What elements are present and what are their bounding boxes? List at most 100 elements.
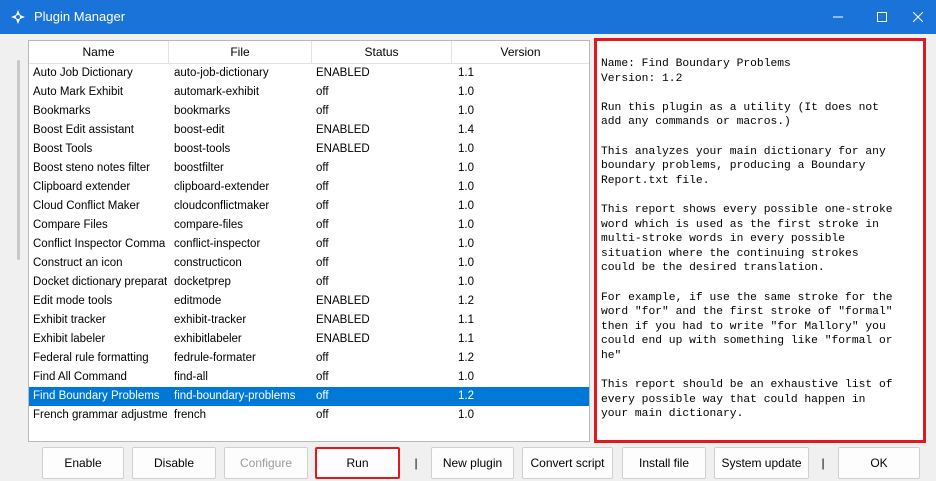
plugin-app-icon — [11, 10, 25, 24]
cell-name: Boost Tools — [33, 143, 93, 155]
ok-button[interactable]: OK — [838, 447, 920, 479]
column-header-file[interactable]: File — [169, 41, 312, 63]
cell-version: 1.0 — [458, 409, 474, 421]
cell-version: 1.0 — [458, 143, 474, 155]
cell-status: ENABLED — [316, 295, 370, 307]
cell-file: boostfilter — [174, 162, 224, 174]
cell-name: Boost steno notes filter — [33, 162, 150, 174]
cell-version: 1.0 — [458, 162, 474, 174]
cell-name: Find Boundary Problems — [33, 390, 160, 402]
cell-status: off — [316, 276, 329, 288]
cell-version: 1.0 — [458, 238, 474, 250]
table-row[interactable]: French grammar adjustmei french off 1.0 — [29, 406, 589, 425]
cell-file: bookmarks — [174, 105, 231, 117]
plugin-list[interactable]: Name File Status Version Auto Job Dictio… — [28, 40, 590, 442]
minimize-button[interactable] — [820, 0, 856, 34]
window-title: Plugin Manager — [34, 9, 126, 24]
system-update-button[interactable]: System update — [714, 447, 809, 479]
cell-file: boost-tools — [174, 143, 231, 155]
ok-button-label: OK — [870, 456, 888, 470]
cell-status: off — [316, 257, 329, 269]
list-scrollbar[interactable] — [17, 60, 20, 260]
table-row[interactable]: Find All Command find-all off 1.0 — [29, 368, 589, 387]
cell-file: boost-edit — [174, 124, 225, 136]
new-plugin-button-label: New plugin — [442, 456, 503, 470]
cell-version: 1.0 — [458, 200, 474, 212]
convert-script-button[interactable]: Convert script — [522, 447, 613, 479]
title-bar: Plugin Manager — [0, 0, 936, 34]
button-separator: | — [414, 456, 418, 470]
cell-version: 1.0 — [458, 219, 474, 231]
cell-version: 1.2 — [458, 390, 474, 402]
cell-status: off — [316, 162, 329, 174]
table-row[interactable]: Exhibit tracker exhibit-tracker ENABLED 1.1 — [29, 311, 589, 330]
cell-name: Edit mode tools — [33, 295, 113, 307]
cell-version: 1.4 — [458, 124, 474, 136]
table-row[interactable]: Docket dictionary preparati docketprep off… — [29, 273, 589, 292]
table-row[interactable]: Auto Job Dictionary auto-job-dictionary EN… — [29, 64, 589, 83]
table-row[interactable]: Boost Tools boost-tools ENABLED 1.0 — [29, 140, 589, 159]
table-row[interactable]: Exhibit labeler exhibitlabeler ENABLED 1.1 — [29, 330, 589, 349]
cell-file: french — [174, 409, 206, 421]
cell-file: clipboard-extender — [174, 181, 270, 193]
column-header-version[interactable]: Version — [452, 41, 589, 63]
cell-name: Auto Mark Exhibit — [33, 86, 124, 98]
maximize-button[interactable] — [864, 0, 900, 34]
enable-button[interactable]: Enable — [42, 447, 124, 479]
table-row[interactable]: Boost Edit assistant boost-edit ENABLED 1.4 — [29, 121, 589, 140]
cell-version: 1.2 — [458, 352, 474, 364]
cell-version: 1.0 — [458, 181, 474, 193]
new-plugin-button[interactable]: New plugin — [431, 447, 514, 479]
table-row[interactable]: Construct an icon constructicon off 1.0 — [29, 254, 589, 273]
run-button-label: Run — [346, 456, 369, 470]
cell-status: ENABLED — [316, 333, 370, 345]
table-row[interactable]: Conflict Inspector Comma conflict-inspect… — [29, 235, 589, 254]
table-row[interactable]: Boost steno notes filter boostfilter off 1.… — [29, 159, 589, 178]
cell-name: Exhibit labeler — [33, 333, 106, 345]
cell-file: editmode — [174, 295, 222, 307]
cell-status: ENABLED — [316, 143, 370, 155]
cell-name: Exhibit tracker — [33, 314, 106, 326]
table-row[interactable]: Compare Files compare-files off 1.0 — [29, 216, 589, 235]
configure-button[interactable]: Configure — [224, 447, 308, 479]
cell-file: find-all — [174, 371, 208, 383]
cell-version: 1.1 — [458, 333, 474, 345]
cell-version: 1.2 — [458, 295, 474, 307]
cell-name: Cloud Conflict Maker — [33, 200, 140, 212]
button-separator: | — [821, 456, 825, 470]
cell-name: Docket dictionary preparati — [33, 276, 167, 288]
cell-version: 1.0 — [458, 371, 474, 383]
run-button[interactable]: Run — [315, 447, 400, 479]
table-row[interactable]: Clipboard extender clipboard-extender off 1… — [29, 178, 589, 197]
cell-file: auto-job-dictionary — [174, 67, 269, 79]
cell-file: fedrule-formater — [174, 352, 256, 364]
cell-status: off — [316, 219, 329, 231]
table-row[interactable]: Edit mode tools editmode ENABLED 1.2 — [29, 292, 589, 311]
disable-button[interactable]: Disable — [132, 447, 216, 479]
cell-status: off — [316, 371, 329, 383]
install-file-button[interactable]: Install file — [622, 447, 706, 479]
table-row[interactable]: Cloud Conflict Maker cloudconflictmaker of… — [29, 197, 589, 216]
system-update-button-label: System update — [721, 456, 802, 470]
cell-file: exhibit-tracker — [174, 314, 247, 326]
cell-name: Bookmarks — [33, 105, 91, 117]
cell-status: off — [316, 200, 329, 212]
close-button[interactable] — [900, 0, 936, 34]
table-row[interactable]: Bookmarks bookmarks off 1.0 — [29, 102, 589, 121]
cell-name: Construct an icon — [33, 257, 123, 269]
close-icon — [913, 12, 923, 22]
cell-name: Boost Edit assistant — [33, 124, 134, 136]
cell-status: off — [316, 105, 329, 117]
column-header-status[interactable]: Status — [312, 41, 452, 63]
cell-name: Clipboard extender — [33, 181, 131, 193]
table-row[interactable]: Federal rule formatting fedrule-formater o… — [29, 349, 589, 368]
cell-name: Conflict Inspector Comma — [33, 238, 166, 250]
plugin-description: Name: Find Boundary Problems Version: 1.… — [594, 38, 926, 443]
disable-button-label: Disable — [153, 456, 195, 470]
column-header-name[interactable]: Name — [29, 41, 169, 63]
cell-file: exhibitlabeler — [174, 333, 242, 345]
cell-file: find-boundary-problems — [174, 390, 296, 402]
cell-status: off — [316, 238, 329, 250]
table-row[interactable]: Auto Mark Exhibit automark-exhibit off 1.0 — [29, 83, 589, 102]
table-row-selected[interactable]: Find Boundary Problems find-boundary-prob… — [29, 387, 589, 406]
